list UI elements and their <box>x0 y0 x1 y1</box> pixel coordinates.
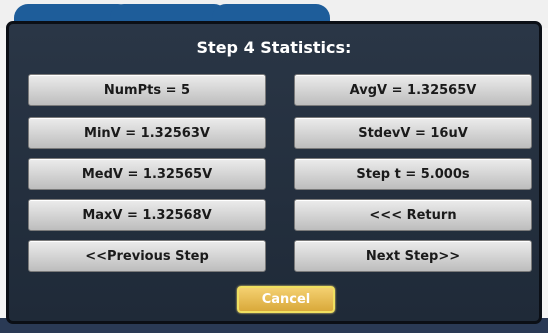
step-time-button[interactable]: Step t = 5.000s <box>294 158 532 190</box>
next-step-button[interactable]: Next Step>> <box>294 240 532 272</box>
step-statistics-dialog: Step 4 Statistics: NumPts = 5 AvgV = 1.3… <box>6 21 542 324</box>
medv-button[interactable]: MedV = 1.32565V <box>28 158 266 190</box>
minv-button[interactable]: MinV = 1.32563V <box>28 117 266 149</box>
cancel-button[interactable]: Cancel <box>237 286 335 313</box>
maxv-button[interactable]: MaxV = 1.32568V <box>28 199 266 231</box>
avgv-button[interactable]: AvgV = 1.32565V <box>294 74 532 106</box>
previous-step-button[interactable]: <<Previous Step <box>28 240 266 272</box>
numpts-button[interactable]: NumPts = 5 <box>28 74 266 106</box>
stdevv-button[interactable]: StdevV = 16uV <box>294 117 532 149</box>
return-button[interactable]: <<< Return <box>294 199 532 231</box>
dialog-title: Step 4 Statistics: <box>196 38 352 57</box>
